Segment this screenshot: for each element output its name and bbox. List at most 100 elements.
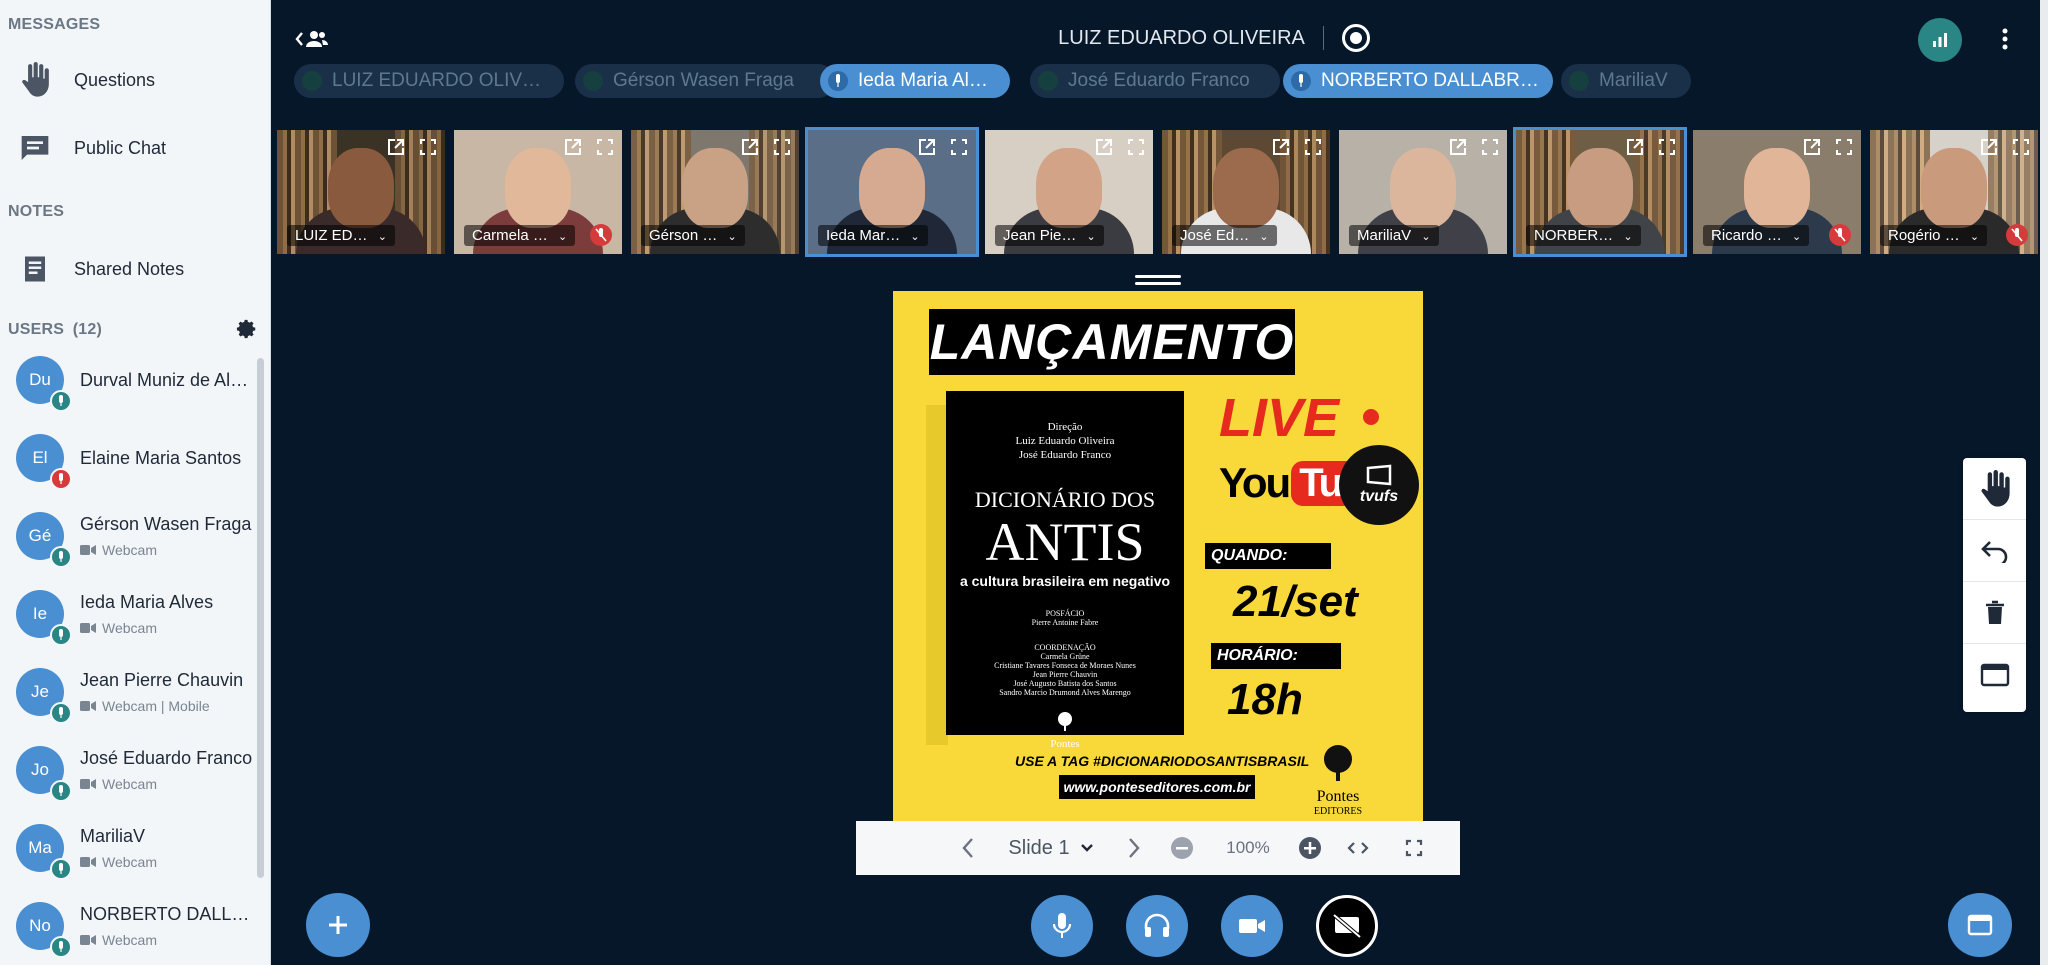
page-scrollbar[interactable] [2040, 0, 2048, 965]
user-list-item[interactable]: Jo José Eduardo Franco Webcam [0, 738, 258, 816]
zoom-level: 100% [1226, 838, 1270, 857]
microphone-button[interactable] [1031, 895, 1093, 957]
talker-indicator[interactable]: MariliaV [1561, 64, 1691, 98]
popout-icon[interactable] [1803, 138, 1821, 161]
webcam-tile[interactable]: Gérson … ⌄ [628, 127, 802, 257]
conference-title: LUIZ EDUARDO OLIVEIRA [984, 24, 1444, 52]
webcam-controls [741, 138, 791, 161]
resize-handle[interactable] [1135, 275, 1181, 289]
webcam-tile[interactable]: Ieda Mar… ⌄ [805, 127, 979, 257]
user-list-item[interactable]: El Elaine Maria Santos [0, 426, 258, 504]
fullscreen-icon[interactable] [2012, 138, 2030, 161]
talker-indicator[interactable]: Ieda Maria Alves [820, 64, 1010, 98]
clear-annotations-button[interactable] [1963, 582, 2026, 644]
webcam-tile[interactable]: NORBER… ⌄ [1513, 127, 1687, 257]
webcam-user-label[interactable]: Ieda Mar… ⌄ [818, 225, 928, 246]
hand-tool-button[interactable] [1963, 458, 2026, 520]
webcam-tile[interactable]: Ricardo … ⌄ [1690, 127, 1864, 257]
webcam-user-label[interactable]: José Ed… ⌄ [1172, 225, 1277, 246]
popout-icon[interactable] [564, 138, 582, 161]
webcam-user-label[interactable]: Jean Pie… ⌄ [995, 225, 1104, 246]
user-list-item[interactable]: Du Durval Muniz de Alb… [0, 350, 258, 426]
pontes-tree-icon [1324, 745, 1352, 781]
webcam-tile[interactable]: Carmela … ⌄ [451, 127, 625, 257]
undo-button[interactable] [1963, 520, 2026, 582]
connection-status-icon[interactable] [1918, 18, 1962, 62]
webcam-button[interactable] [1221, 895, 1283, 957]
sidebar-item-public-chat[interactable]: Public Chat [0, 120, 270, 176]
fit-width-button[interactable] [1336, 821, 1380, 875]
multi-user-whiteboard-button[interactable] [1963, 644, 2026, 706]
webcam-tile[interactable]: MariliaV ⌄ [1336, 127, 1510, 257]
toggle-user-list-button[interactable] [292, 24, 332, 54]
tvufs-logo: tvufs [1339, 445, 1419, 525]
popout-icon[interactable] [741, 138, 759, 161]
user-list-item[interactable]: Ma MariliaV Webcam [0, 816, 258, 894]
layout-button[interactable] [1948, 893, 2012, 957]
actions-plus-button[interactable] [306, 893, 370, 957]
user-list-item[interactable]: Je Jean Pierre Chauvin Webcam | Mobile [0, 660, 258, 738]
audio-button[interactable] [1126, 895, 1188, 957]
fullscreen-icon[interactable] [1304, 138, 1322, 161]
talker-indicator[interactable]: NORBERTO DALLABRI… [1283, 64, 1553, 98]
talker-indicator[interactable]: Gérson Wasen Fraga [575, 64, 835, 98]
zoom-in-button[interactable] [1290, 821, 1330, 875]
mic-muted-icon [1829, 224, 1851, 246]
popout-icon[interactable] [1272, 138, 1290, 161]
popout-icon[interactable] [1626, 138, 1644, 161]
user-name: Ieda Maria Alves [80, 592, 214, 612]
book-subtitle: a cultura brasileira em negativo [959, 573, 1171, 589]
popout-icon[interactable] [1095, 138, 1113, 161]
fullscreen-icon[interactable] [1127, 138, 1145, 161]
book-front: Direção Luiz Eduardo Oliveira José Eduar… [946, 391, 1184, 750]
webcam-user-label[interactable]: Gérson … ⌄ [641, 225, 745, 246]
fit-width-icon [1347, 842, 1369, 854]
popout-icon[interactable] [387, 138, 405, 161]
webcam-tile[interactable]: Jean Pie… ⌄ [982, 127, 1156, 257]
users-scrollbar[interactable] [257, 358, 264, 878]
fullscreen-icon[interactable] [419, 138, 437, 161]
popout-icon[interactable] [1980, 138, 1998, 161]
webcam-user-label[interactable]: NORBER… ⌄ [1526, 225, 1641, 246]
fullscreen-icon[interactable] [596, 138, 614, 161]
next-slide-button[interactable] [1114, 821, 1154, 875]
presenter-name: LUIZ EDUARDO OLIVEIRA [1058, 26, 1305, 49]
gear-icon[interactable] [236, 318, 258, 340]
webcam-user-name: NORBER… [1534, 227, 1614, 244]
webcam-tile[interactable]: LUIZ ED… ⌄ [274, 127, 448, 257]
user-list-item[interactable]: Ie Ieda Maria Alves Webcam [0, 582, 258, 660]
record-icon[interactable] [1341, 24, 1370, 52]
webcam-tile[interactable]: Rogério … ⌄ [1867, 127, 2041, 257]
talker-indicator[interactable]: José Eduardo Franco [1030, 64, 1280, 98]
sidebar-item-shared-notes[interactable]: Shared Notes [0, 241, 270, 297]
fullscreen-icon[interactable] [1835, 138, 1853, 161]
fullscreen-icon[interactable] [773, 138, 791, 161]
user-list-item[interactable]: Gé Gérson Wasen Fraga Webcam [0, 504, 258, 582]
hand-tool-icon [1981, 469, 2010, 507]
popout-icon[interactable] [1449, 138, 1467, 161]
trash-icon [1985, 600, 2004, 624]
webcam-user-label[interactable]: LUIZ ED… ⌄ [287, 225, 395, 246]
sidebar-item-questions[interactable]: Questions [0, 52, 270, 108]
fullscreen-icon[interactable] [1481, 138, 1499, 161]
fullscreen-icon[interactable] [1658, 138, 1676, 161]
screenshare-button[interactable] [1316, 895, 1378, 957]
webcam-tile[interactable]: José Ed… ⌄ [1159, 127, 1333, 257]
slide-select[interactable]: Slide 1 [996, 821, 1106, 875]
popout-icon[interactable] [918, 138, 936, 161]
zoom-out-button[interactable] [1162, 821, 1202, 875]
users-count: (12) [72, 321, 103, 338]
user-list-item[interactable]: No NORBERTO DALLAB… Webcam [0, 894, 258, 965]
previous-slide-button[interactable] [948, 821, 988, 875]
fullscreen-button[interactable] [1392, 821, 1436, 875]
slide-toolbar: Slide 1 100% [856, 821, 1460, 875]
webcam-user-label[interactable]: Rogério … ⌄ [1880, 225, 1988, 246]
talker-indicator[interactable]: LUIZ EDUARDO OLIVE… [294, 64, 564, 98]
live-label: LIVE [1219, 388, 1340, 448]
fullscreen-icon[interactable] [950, 138, 968, 161]
webcam-user-label[interactable]: MariliaV ⌄ [1349, 225, 1439, 246]
publisher-url: www.ponteseditores.com.br [1059, 775, 1255, 799]
webcam-user-label[interactable]: Carmela … ⌄ [464, 225, 576, 246]
webcam-user-label[interactable]: Ricardo … ⌄ [1703, 225, 1810, 246]
options-menu-icon[interactable] [1990, 24, 2020, 54]
